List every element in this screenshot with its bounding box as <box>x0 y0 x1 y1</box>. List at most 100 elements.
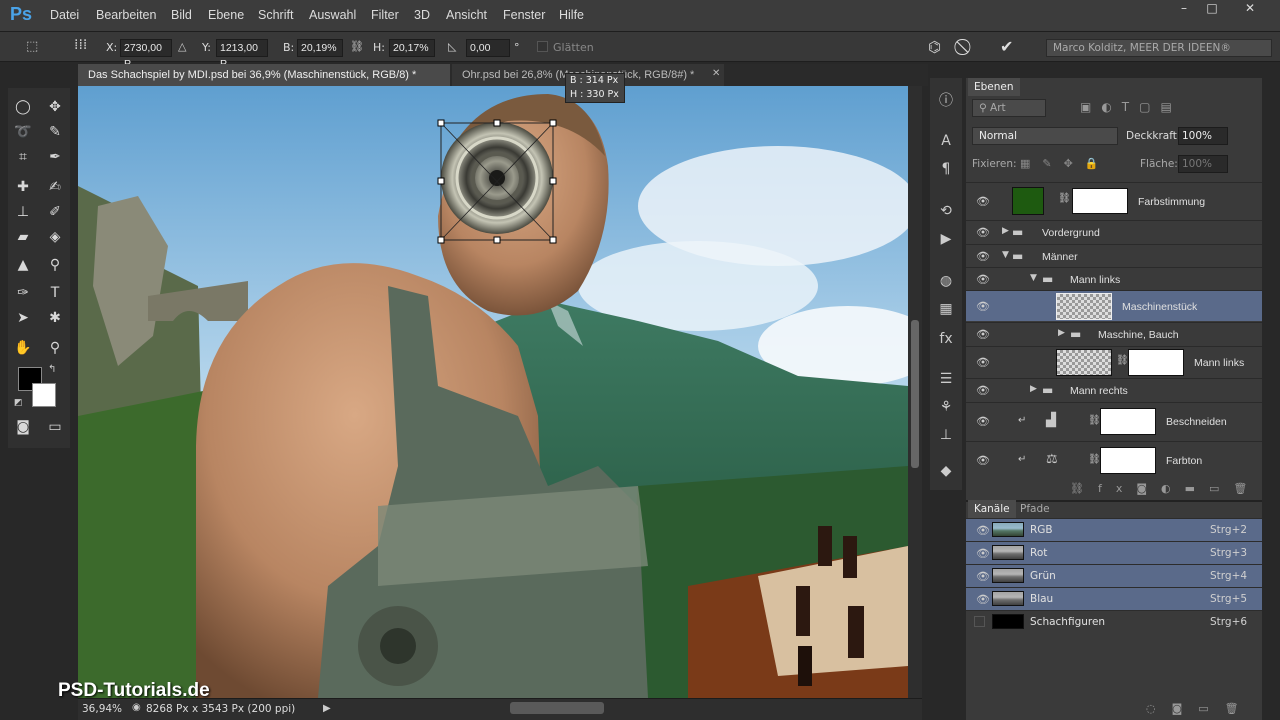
visibility-eye-icon[interactable]: 👁 <box>976 273 990 286</box>
channel-row[interactable]: 👁 Blau Strg+5 <box>966 587 1262 610</box>
layer-filter-dropdown[interactable]: ⚲ Art <box>972 99 1046 117</box>
chain-icon[interactable]: ⛓ <box>1058 193 1071 204</box>
move-tool-icon[interactable]: ✥ <box>44 96 66 118</box>
menu-ansicht[interactable]: Ansicht <box>446 8 487 22</box>
layer-row[interactable]: 👁 ▶ ▬ Mann rechts <box>966 378 1262 401</box>
minimize-icon[interactable]: – <box>1170 0 1198 18</box>
channel-row[interactable]: 👁 Grün Strg+4 <box>966 564 1262 587</box>
lock-icons[interactable]: ▦✎✥🔒 <box>1020 157 1111 170</box>
channel-row[interactable]: 👁 Rot Strg+3 <box>966 541 1262 564</box>
close-icon[interactable]: ✕ <box>1236 0 1264 18</box>
warp-icon[interactable]: ⌬ <box>928 38 941 56</box>
visibility-eye-icon[interactable]: 👁 <box>976 300 990 313</box>
layer-row[interactable]: 👁 ⛓ Mann links <box>966 346 1262 377</box>
tab-close-icon[interactable]: ✕ <box>712 68 720 79</box>
visibility-eye-icon[interactable]: 👁 <box>976 570 990 583</box>
layer-row[interactable]: 👁 ▼ ▬ Mann links <box>966 267 1262 290</box>
visibility-eye-icon[interactable]: 👁 <box>976 524 990 537</box>
menu-schrift[interactable]: Schrift <box>258 8 293 22</box>
visibility-eye-icon[interactable]: 👁 <box>976 593 990 606</box>
layer-row[interactable]: 👁 ▶ ▬ Maschine, Bauch <box>966 322 1262 345</box>
crop-tool-icon[interactable]: ⌗ <box>12 146 34 168</box>
layer-row-selected[interactable]: 👁 Maschinenstück <box>966 290 1262 321</box>
paragraph-icon[interactable]: ¶ <box>934 158 958 180</box>
swatches-icon[interactable]: ◍ <box>934 270 958 292</box>
scrollbar-thumb[interactable] <box>911 320 919 468</box>
blur-tool-icon[interactable]: ▲ <box>12 254 34 276</box>
filter-icons[interactable]: ▣◐T▢▤ <box>1080 100 1182 114</box>
quick-select-icon[interactable]: ✎ <box>44 121 66 143</box>
link-icon[interactable]: ⛓ <box>350 40 364 53</box>
layer-action-icons[interactable]: ⛓fx◙◐▬▭🗑 <box>1070 482 1261 495</box>
menu-auswahl[interactable]: Auswahl <box>309 8 356 22</box>
menu-bild[interactable]: Bild <box>171 8 192 22</box>
chain-icon[interactable]: ⛓ <box>1116 355 1129 366</box>
tab-channels[interactable]: Kanäle <box>968 500 1016 518</box>
status-menu-icon[interactable]: ▶ <box>323 703 331 714</box>
menu-ebene[interactable]: Ebene <box>208 8 244 22</box>
zoom-level[interactable]: 36,94% <box>82 703 122 715</box>
visibility-eye-icon[interactable]: 👁 <box>976 356 990 369</box>
chain-icon[interactable]: ⛓ <box>1088 454 1101 465</box>
healing-brush-icon[interactable]: ✚ <box>12 176 34 198</box>
expand-arrow-icon[interactable]: ▶ <box>1058 328 1065 338</box>
visibility-toggle[interactable] <box>974 616 985 627</box>
menu-filter[interactable]: Filter <box>371 8 399 22</box>
expand-arrow-icon[interactable]: ▶ <box>1002 226 1009 236</box>
reference-point-icon[interactable]: ⁞⁞⁞ <box>74 37 87 53</box>
channel-action-icons[interactable]: ◌◙▭🗑 <box>1146 702 1255 715</box>
default-colors-icon[interactable]: ◩ <box>14 398 23 408</box>
fill-field[interactable]: 100% <box>1178 155 1228 173</box>
visibility-eye-icon[interactable]: 👁 <box>976 195 990 208</box>
visibility-eye-icon[interactable]: 👁 <box>976 328 990 341</box>
share-icon[interactable]: ◉ <box>132 702 141 713</box>
menu-hilfe[interactable]: Hilfe <box>559 8 584 22</box>
document-canvas[interactable] <box>78 86 908 698</box>
background-color-swatch[interactable] <box>32 383 56 407</box>
vertical-scrollbar[interactable] <box>908 86 922 698</box>
layer-row[interactable]: 👁 ↵ ▟ ⛓ Beschneiden <box>966 402 1262 440</box>
expand-arrow-icon[interactable]: ▶ <box>1030 384 1037 394</box>
x-field[interactable]: 2730,00 P. <box>120 39 172 70</box>
delta-icon[interactable]: △ <box>178 40 186 53</box>
layer-row[interactable]: 👁 ⛓ Farbstimmung <box>966 182 1262 219</box>
path-select-icon[interactable]: ➤ <box>12 307 34 329</box>
clone-source-icon[interactable]: ⊥ <box>934 424 958 446</box>
tab-paths[interactable]: Pfade <box>1014 500 1056 518</box>
width-field[interactable]: 20,19% <box>297 39 343 57</box>
tab-layers[interactable]: Ebenen <box>968 78 1020 96</box>
shape-tool-icon[interactable]: ✱ <box>44 307 66 329</box>
styles-icon[interactable]: fx <box>934 328 958 350</box>
collapse-arrow-icon[interactable]: ▼ <box>1030 273 1037 283</box>
layer-row[interactable]: 👁 ▶ ▬ Vordergrund <box>966 220 1262 243</box>
adjustments-icon[interactable]: ☰ <box>934 368 958 390</box>
history-icon[interactable]: ⟲ <box>934 200 958 222</box>
blend-mode-dropdown[interactable]: Normal <box>972 127 1118 145</box>
layer-row[interactable]: 👁 ↵ ⚖ ⛓ Farbton <box>966 441 1262 479</box>
visibility-eye-icon[interactable]: 👁 <box>976 250 990 263</box>
pen-tool-icon[interactable]: ✑ <box>12 282 34 304</box>
visibility-eye-icon[interactable]: 👁 <box>976 226 990 239</box>
lasso-tool-icon[interactable]: ➰ <box>12 121 34 143</box>
channel-row[interactable]: Schachfiguren Strg+6 <box>966 610 1262 633</box>
3d-icon[interactable]: ◆ <box>934 460 958 482</box>
swap-colors-icon[interactable]: ↰ <box>48 364 56 375</box>
paint-bucket-icon[interactable]: ◈ <box>44 226 66 248</box>
dodge-tool-icon[interactable]: ⚲ <box>44 254 66 276</box>
stamp-tool-icon[interactable]: ⊥ <box>12 201 34 223</box>
eyedropper-icon[interactable]: ✒ <box>44 146 66 168</box>
height-field[interactable]: 20,17% <box>389 39 435 57</box>
transform-tool-icon[interactable]: ⬚ <box>26 39 38 54</box>
chain-icon[interactable]: ⛓ <box>1088 415 1101 426</box>
workspace-dropdown[interactable]: Marco Kolditz, MEER DER IDEEN® <box>1046 39 1272 57</box>
channel-row[interactable]: 👁 RGB Strg+2 <box>966 518 1262 541</box>
opacity-field[interactable]: 100% <box>1178 127 1228 145</box>
actions-icon[interactable]: ▶ <box>934 228 958 250</box>
marquee-tool-icon[interactable]: ◯ <box>12 96 34 118</box>
maximize-icon[interactable]: □ <box>1198 0 1226 18</box>
brush-presets-icon[interactable]: ⚘ <box>934 396 958 418</box>
visibility-eye-icon[interactable]: 👁 <box>976 454 990 467</box>
menu-bearbeiten[interactable]: Bearbeiten <box>96 8 156 22</box>
tab-schachspiel[interactable]: Das Schachspiel by MDI.psd bei 36,9% (Ma… <box>78 64 450 86</box>
horizontal-scrollbar-thumb[interactable] <box>510 702 604 714</box>
